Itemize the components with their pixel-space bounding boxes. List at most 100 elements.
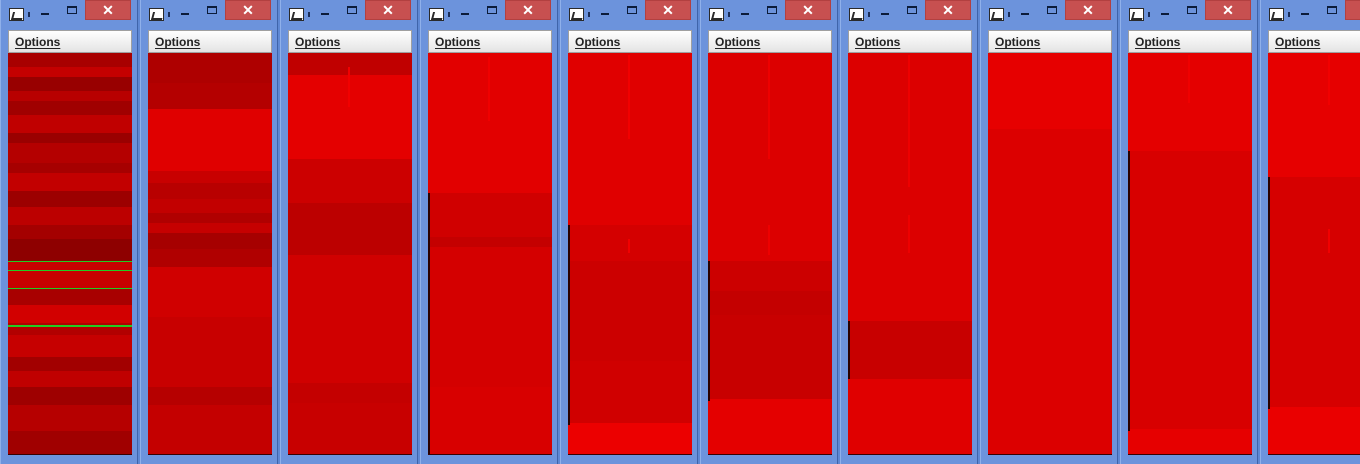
title-bar[interactable]: ✕ bbox=[281, 0, 417, 26]
title-separator-icon bbox=[868, 12, 870, 17]
title-separator-icon bbox=[728, 12, 730, 17]
maximize-icon[interactable] bbox=[347, 6, 357, 14]
options-menu[interactable]: Options bbox=[715, 35, 760, 49]
minimize-icon[interactable] bbox=[461, 13, 469, 15]
title-bar[interactable]: ✕ bbox=[1, 0, 137, 26]
heat-band bbox=[1268, 53, 1360, 177]
maximize-icon[interactable] bbox=[767, 6, 777, 14]
heat-band bbox=[8, 431, 132, 454]
app-icon[interactable] bbox=[849, 8, 864, 21]
heat-band bbox=[148, 387, 272, 405]
close-button[interactable]: ✕ bbox=[1205, 0, 1251, 20]
heat-band bbox=[148, 213, 272, 223]
options-menu[interactable]: Options bbox=[15, 35, 60, 49]
heatmap-canvas[interactable] bbox=[288, 53, 412, 455]
maximize-icon[interactable] bbox=[1047, 6, 1057, 14]
minimize-icon[interactable] bbox=[181, 13, 189, 15]
title-bar[interactable]: ✕ bbox=[1261, 0, 1360, 26]
heatmap-canvas[interactable] bbox=[568, 53, 692, 455]
minimize-icon[interactable] bbox=[881, 13, 889, 15]
app-icon[interactable] bbox=[429, 8, 444, 21]
heat-band bbox=[148, 223, 272, 233]
heatmap-canvas[interactable] bbox=[988, 53, 1112, 455]
heat-band bbox=[428, 237, 552, 247]
close-button[interactable]: ✕ bbox=[785, 0, 831, 20]
heat-band bbox=[428, 53, 552, 193]
minimize-icon[interactable] bbox=[1301, 13, 1309, 15]
heat-band bbox=[988, 129, 1112, 454]
maximize-icon[interactable] bbox=[1327, 6, 1337, 14]
marker-line bbox=[768, 55, 770, 159]
title-bar[interactable]: ✕ bbox=[701, 0, 837, 26]
heatmap-canvas[interactable] bbox=[1128, 53, 1252, 455]
options-menu[interactable]: Options bbox=[1135, 35, 1180, 49]
title-separator-icon bbox=[1148, 12, 1150, 17]
options-menu[interactable]: Options bbox=[1275, 35, 1320, 49]
heat-band bbox=[8, 305, 132, 323]
heat-band bbox=[288, 53, 412, 75]
title-bar[interactable]: ✕ bbox=[561, 0, 697, 26]
app-icon[interactable] bbox=[989, 8, 1004, 21]
maximize-icon[interactable] bbox=[207, 6, 217, 14]
app-icon[interactable] bbox=[149, 8, 164, 21]
title-bar[interactable]: ✕ bbox=[841, 0, 977, 26]
title-bar[interactable]: ✕ bbox=[1121, 0, 1257, 26]
highlight-line bbox=[8, 288, 132, 289]
minimize-icon[interactable] bbox=[1021, 13, 1029, 15]
heatmap-canvas[interactable] bbox=[148, 53, 272, 455]
title-bar[interactable]: ✕ bbox=[981, 0, 1117, 26]
options-menu[interactable]: Options bbox=[575, 35, 620, 49]
minimize-icon[interactable] bbox=[321, 13, 329, 15]
minimize-icon[interactable] bbox=[741, 13, 749, 15]
options-menu[interactable]: Options bbox=[155, 35, 200, 49]
options-menu[interactable]: Options bbox=[435, 35, 480, 49]
heat-band bbox=[8, 143, 132, 163]
heat-band bbox=[8, 225, 132, 239]
heat-band bbox=[8, 191, 132, 207]
heatmap-canvas[interactable] bbox=[8, 53, 132, 455]
maximize-icon[interactable] bbox=[1187, 6, 1197, 14]
options-menu[interactable]: Options bbox=[295, 35, 340, 49]
maximize-icon[interactable] bbox=[67, 6, 77, 14]
app-icon[interactable] bbox=[289, 8, 304, 21]
heat-band bbox=[708, 291, 832, 315]
heat-band bbox=[148, 83, 272, 109]
close-button[interactable]: ✕ bbox=[225, 0, 271, 20]
title-separator-icon bbox=[308, 12, 310, 17]
close-button[interactable]: ✕ bbox=[925, 0, 971, 20]
options-menu[interactable]: Options bbox=[995, 35, 1040, 49]
heatmap-canvas[interactable] bbox=[708, 53, 832, 455]
heatmap-canvas[interactable] bbox=[848, 53, 972, 455]
app-icon[interactable] bbox=[709, 8, 724, 21]
app-icon[interactable] bbox=[1269, 8, 1284, 21]
title-bar[interactable]: ✕ bbox=[421, 0, 557, 26]
close-button[interactable]: ✕ bbox=[505, 0, 551, 20]
app-window: ✕ Options bbox=[0, 0, 138, 464]
title-bar[interactable]: ✕ bbox=[141, 0, 277, 26]
app-icon[interactable] bbox=[569, 8, 584, 21]
menu-bar: Options bbox=[1268, 30, 1360, 53]
close-button[interactable]: ✕ bbox=[1345, 0, 1360, 20]
close-button[interactable]: ✕ bbox=[365, 0, 411, 20]
minimize-icon[interactable] bbox=[601, 13, 609, 15]
app-icon[interactable] bbox=[1129, 8, 1144, 21]
heat-band bbox=[8, 261, 132, 289]
title-separator-icon bbox=[168, 12, 170, 17]
maximize-icon[interactable] bbox=[487, 6, 497, 14]
close-button[interactable]: ✕ bbox=[85, 0, 131, 20]
app-icon[interactable] bbox=[9, 8, 24, 21]
maximize-icon[interactable] bbox=[627, 6, 637, 14]
options-menu[interactable]: Options bbox=[855, 35, 900, 49]
close-button[interactable]: ✕ bbox=[645, 0, 691, 20]
minimize-icon[interactable] bbox=[1161, 13, 1169, 15]
heatmap-canvas[interactable] bbox=[1268, 53, 1360, 455]
heat-band bbox=[148, 171, 272, 183]
menu-bar: Options bbox=[8, 30, 132, 53]
maximize-icon[interactable] bbox=[907, 6, 917, 14]
heatmap-canvas[interactable] bbox=[428, 53, 552, 455]
minimize-icon[interactable] bbox=[41, 13, 49, 15]
close-button[interactable]: ✕ bbox=[1065, 0, 1111, 20]
heat-band bbox=[8, 173, 132, 191]
marker-line bbox=[768, 225, 770, 255]
heat-band bbox=[148, 53, 272, 83]
